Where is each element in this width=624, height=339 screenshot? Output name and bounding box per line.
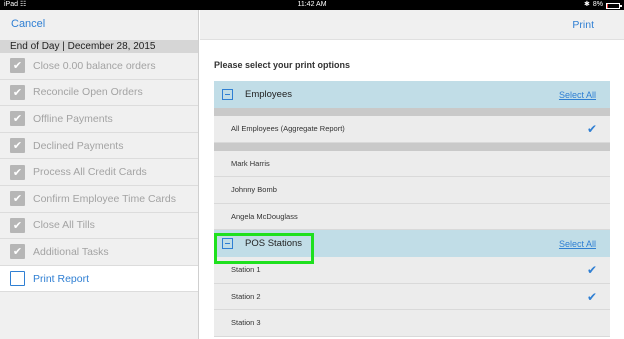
select-all-link[interactable]: Select All xyxy=(559,239,596,249)
checkmark-icon: ✔ xyxy=(586,122,597,136)
checkbox-checked-icon[interactable]: ✔ xyxy=(10,111,25,127)
task-label: Print Report xyxy=(33,272,90,285)
battery-icon xyxy=(606,3,622,9)
task-item[interactable]: ✔ Declined Payments xyxy=(0,133,198,160)
option-row[interactable]: Mark Harris xyxy=(214,150,610,177)
section-header: POS Stations Select All xyxy=(214,230,610,257)
section-header: Employees Select All xyxy=(214,81,610,108)
option-label: Station 2 xyxy=(231,291,261,301)
checkbox-checked-icon[interactable]: ✔ xyxy=(10,84,25,100)
option-row[interactable]: Angela McDouglass xyxy=(214,203,610,230)
end-of-day-panel: Cancel End of Day | December 28, 2015 ✔ C… xyxy=(0,10,199,339)
option-row[interactable]: Station 3 xyxy=(214,310,610,337)
bluetooth-icon: ✱ xyxy=(584,1,590,8)
option-row[interactable]: All Employees (Aggregate Report) ✔ xyxy=(214,116,610,143)
print-options-list: Employees Select All All Employees (Aggreg… xyxy=(214,81,610,337)
task-item[interactable]: ✔ Reconcile Open Orders xyxy=(0,80,198,107)
task-list: ✔ Close 0.00 balance orders ✔ Reconcile Ope… xyxy=(0,53,198,293)
battery-fill xyxy=(607,4,608,8)
task-label: Confirm Employee Time Cards xyxy=(33,192,176,205)
print-button[interactable]: Print xyxy=(572,19,594,31)
option-label: Mark Harris xyxy=(231,158,270,168)
option-row[interactable]: Station 2 ✔ xyxy=(214,283,610,310)
battery-status: ✱ 8% xyxy=(584,0,622,10)
task-item[interactable]: ✔ Confirm Employee Time Cards xyxy=(0,186,198,213)
section-title: Employees xyxy=(245,89,292,100)
task-item[interactable]: ✔ Process All Credit Cards xyxy=(0,159,198,186)
clock: 11:42 AM xyxy=(297,1,327,8)
task-label: Additional Tasks xyxy=(33,245,109,258)
task-label: Close 0.00 balance orders xyxy=(33,59,156,72)
task-item[interactable]: ✔ Close 0.00 balance orders xyxy=(0,53,198,80)
task-label: Declined Payments xyxy=(33,139,124,152)
task-label: Reconcile Open Orders xyxy=(33,86,143,99)
task-item[interactable]: ✔ Offline Payments xyxy=(0,106,198,133)
checkbox-checked-icon[interactable]: ✔ xyxy=(10,244,25,260)
cancel-button[interactable]: Cancel xyxy=(11,18,45,30)
status-bar: iPad ☷ 11:42 AM ✱ 8% xyxy=(0,0,624,10)
option-label: Angela McDouglass xyxy=(231,211,298,221)
checkbox-icon[interactable] xyxy=(10,271,25,287)
checkbox-checked-icon[interactable]: ✔ xyxy=(10,58,25,74)
checkmark-icon: ✔ xyxy=(586,263,597,277)
section-spacer xyxy=(214,108,610,116)
checkmark-icon: ✔ xyxy=(586,289,597,304)
option-row[interactable]: Johnny Bomb xyxy=(214,177,610,204)
option-label: Station 1 xyxy=(231,265,261,275)
task-item[interactable]: ✔ Close All Tills xyxy=(0,213,198,240)
collapse-icon[interactable] xyxy=(222,238,233,249)
option-label: Station 3 xyxy=(231,318,261,328)
print-options-prompt: Please select your print options xyxy=(214,60,351,70)
left-header: Cancel xyxy=(0,10,198,40)
option-label: All Employees (Aggregate Report) xyxy=(231,124,345,134)
task-item[interactable]: Print Report xyxy=(0,265,198,293)
task-label: Close All Tills xyxy=(33,219,95,232)
checkbox-checked-icon[interactable]: ✔ xyxy=(10,191,25,207)
select-all-link[interactable]: Select All xyxy=(559,90,596,100)
battery-percent: 8% xyxy=(592,1,603,8)
checkbox-checked-icon[interactable]: ✔ xyxy=(10,138,25,154)
checkbox-checked-icon[interactable]: ✔ xyxy=(10,164,25,180)
option-label: Johnny Bomb xyxy=(231,185,277,195)
task-label: Offline Payments xyxy=(33,112,113,125)
option-row[interactable]: Station 1 ✔ xyxy=(214,257,610,284)
collapse-icon[interactable] xyxy=(222,89,233,100)
checkbox-checked-icon[interactable]: ✔ xyxy=(10,217,25,233)
task-label: Process All Credit Cards xyxy=(33,166,147,179)
right-header: Print xyxy=(200,10,624,40)
section-title: POS Stations xyxy=(245,238,303,249)
end-of-day-heading: End of Day | December 28, 2015 xyxy=(0,40,198,53)
task-item[interactable]: ✔ Additional Tasks xyxy=(0,239,198,266)
section-spacer xyxy=(214,142,610,151)
